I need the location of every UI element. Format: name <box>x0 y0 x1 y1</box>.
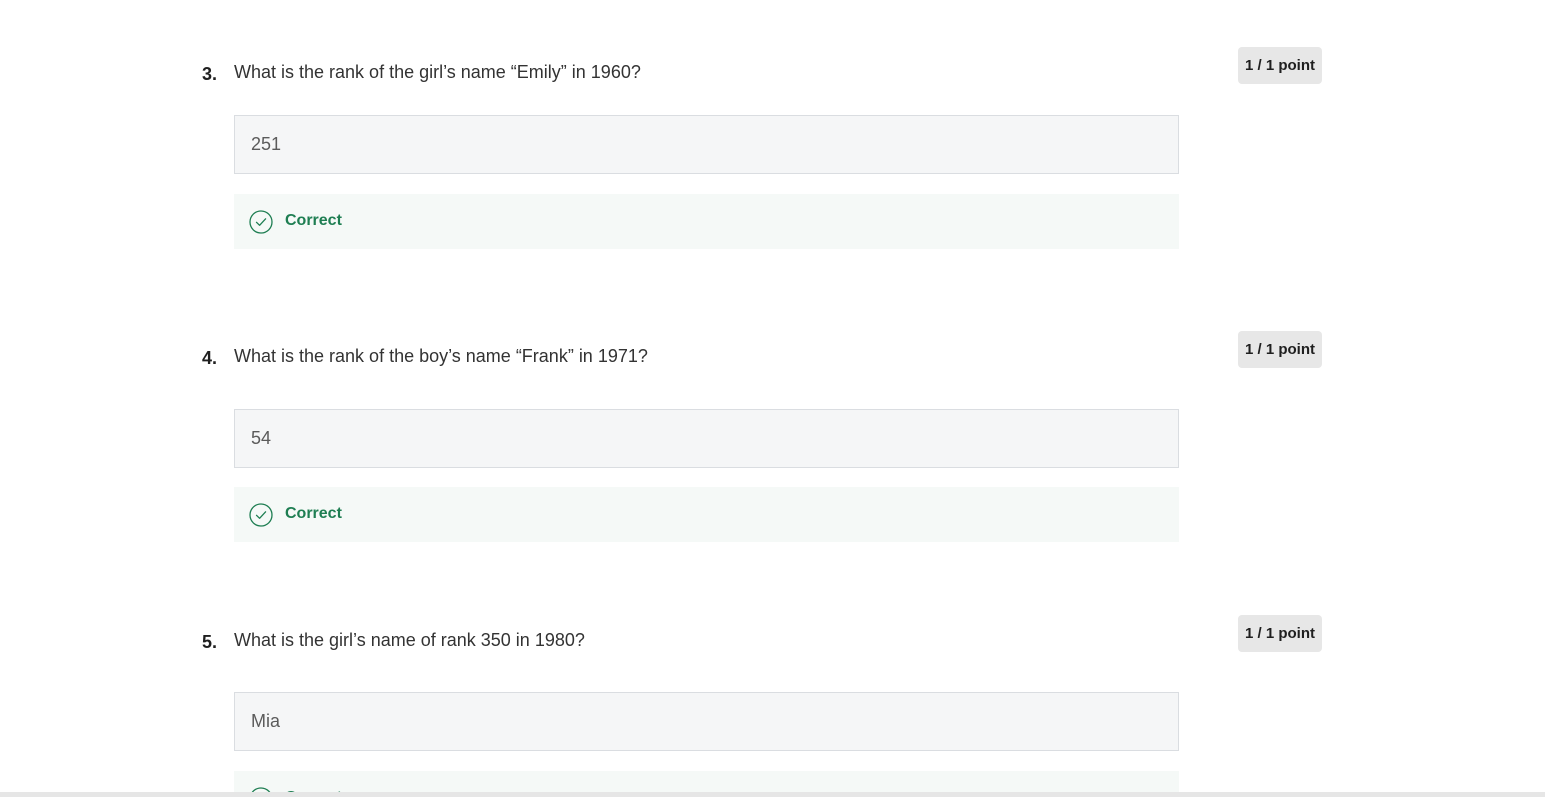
feedback-label: Correct <box>285 505 342 522</box>
check-circle-icon <box>249 210 273 234</box>
question-number: 4. <box>202 348 218 368</box>
question-number: 5. <box>202 632 218 652</box>
feedback-correct: Correct <box>234 487 1179 542</box>
points-badge: 1 / 1 point <box>1238 47 1322 84</box>
quiz-results-page: 3. What is the rank of the girl’s name “… <box>0 0 1545 797</box>
points-badge: 1 / 1 point <box>1238 615 1322 652</box>
check-circle-icon <box>249 503 273 527</box>
question-text: What is the rank of the boy’s name “Fran… <box>234 346 648 366</box>
answer-field: Mia <box>234 692 1179 751</box>
answer-field: 54 <box>234 409 1179 468</box>
feedback-label: Correct <box>285 212 342 229</box>
answer-field: 251 <box>234 115 1179 174</box>
question-text: What is the rank of the girl’s name “Emi… <box>234 62 641 82</box>
question-number: 3. <box>202 64 218 84</box>
feedback-correct: Correct <box>234 194 1179 249</box>
question-text: What is the girl’s name of rank 350 in 1… <box>234 630 585 650</box>
horizontal-scrollbar[interactable] <box>0 792 1545 797</box>
points-badge: 1 / 1 point <box>1238 331 1322 368</box>
